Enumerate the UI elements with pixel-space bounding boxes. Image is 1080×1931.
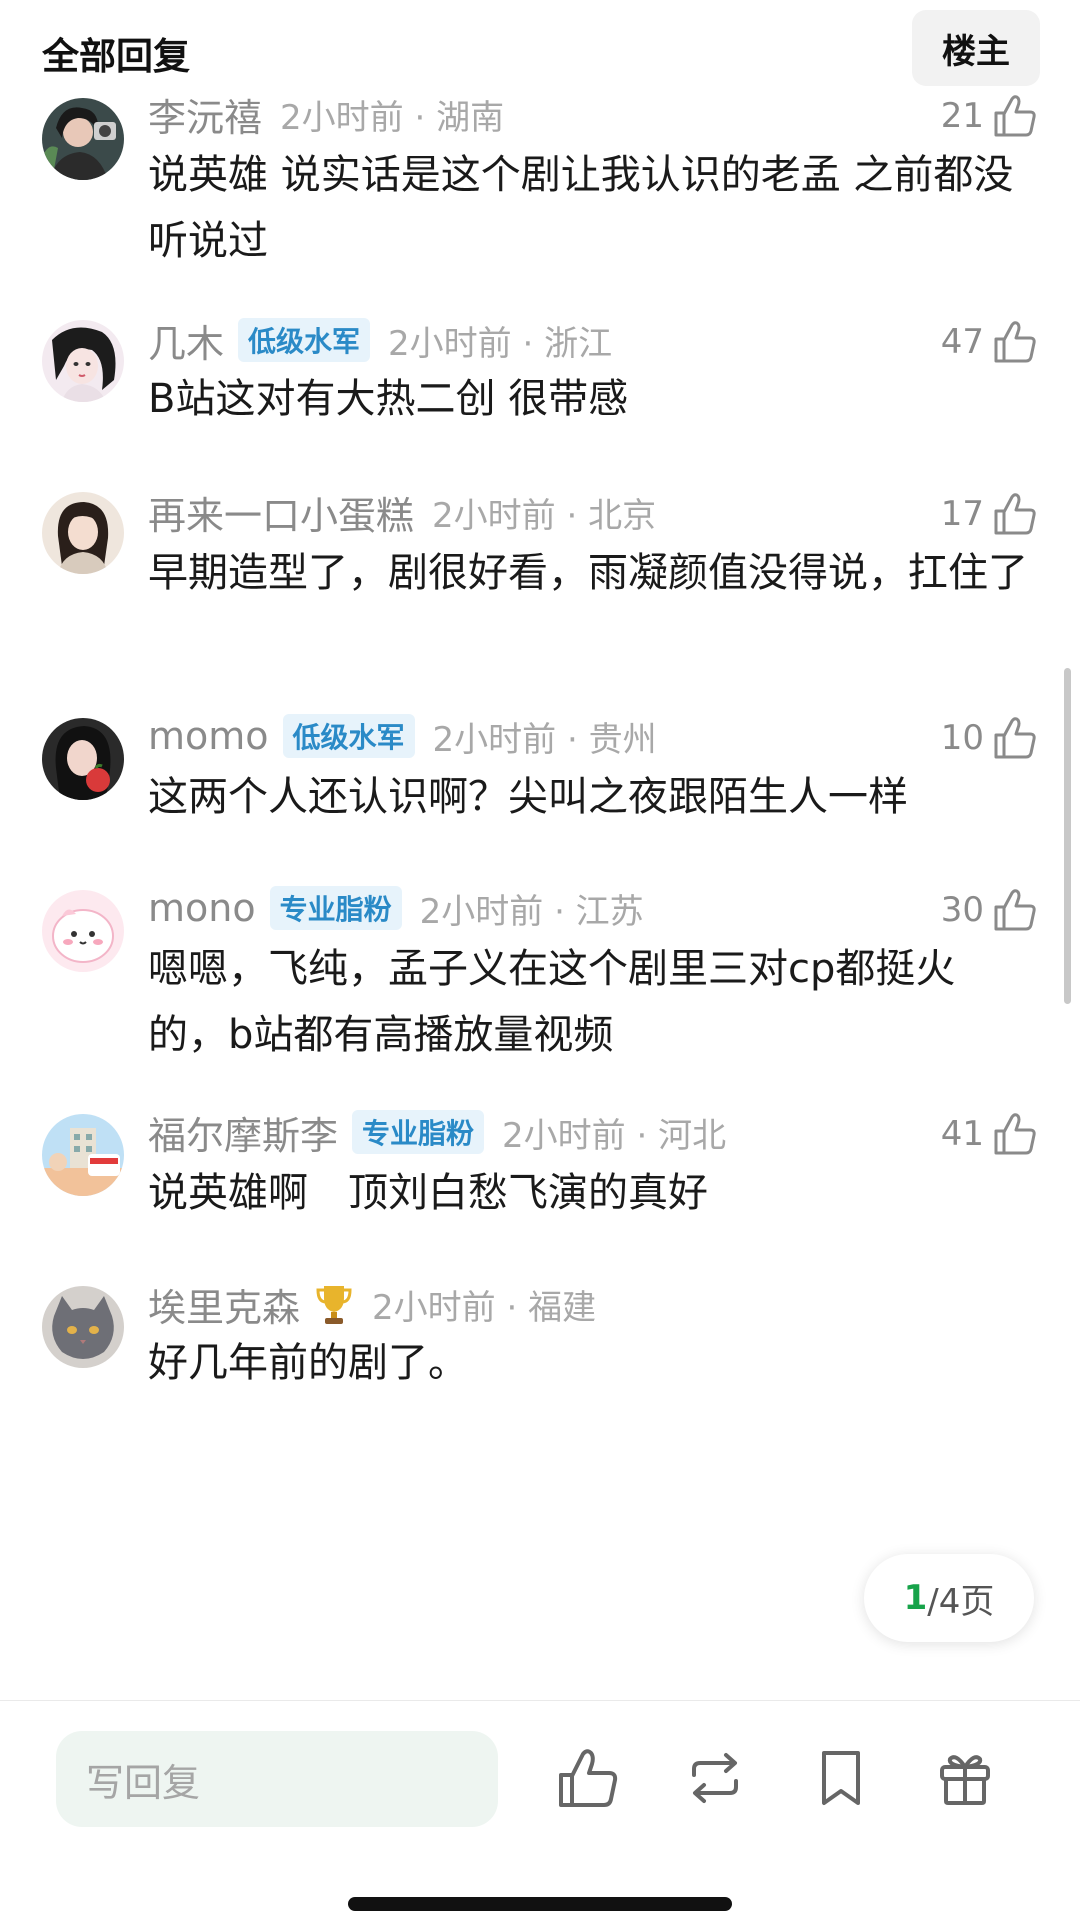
comment-text: 这两个人还认识啊？尖叫之夜跟陌生人一样 bbox=[148, 774, 908, 820]
comment-time-location: 2小时前 · 北京 bbox=[432, 495, 657, 536]
comment-text: B站这对有大热二创 很带感 bbox=[148, 376, 629, 422]
bottom-action-bar: 写回复 bbox=[0, 1700, 1080, 1931]
comment-text: 嗯嗯，飞纯，孟子义在这个剧里三对cp都挺火的，b站都有高播放量视频 bbox=[148, 946, 956, 1058]
repost-icon[interactable] bbox=[682, 1745, 748, 1811]
thumbs-up-icon[interactable] bbox=[992, 93, 1038, 139]
username[interactable]: 李沅禧 bbox=[148, 87, 262, 142]
comment-replies-page: 全部回复 楼主 李沅禧 2小时前 · 湖南 21 说英雄 说实话是这个剧让我认识… bbox=[0, 0, 1080, 1931]
like-control[interactable]: 17 bbox=[941, 490, 1038, 538]
username[interactable]: mono bbox=[148, 886, 256, 930]
trophy-icon bbox=[316, 1286, 352, 1324]
comment-meta: 埃里克森 2小时前 · 福建 bbox=[148, 1280, 597, 1330]
like-count: 41 bbox=[940, 1114, 984, 1154]
like-icon[interactable] bbox=[555, 1745, 621, 1811]
gift-icon[interactable] bbox=[932, 1745, 998, 1811]
user-level-badge: 低级水军 bbox=[238, 318, 371, 362]
comment-meta: 福尔摩斯李 专业脂粉 2小时前 · 河北 bbox=[148, 1108, 727, 1158]
comment-time-location: 2小时前 · 浙江 bbox=[388, 323, 613, 364]
current-page-number: 1 bbox=[903, 1578, 928, 1618]
comment-time-location: 2小时前 · 贵州 bbox=[432, 719, 657, 760]
comment-meta: 几木 低级水军 2小时前 · 浙江 bbox=[148, 316, 613, 366]
thumbs-up-icon[interactable] bbox=[992, 1111, 1038, 1157]
bookmark-icon[interactable] bbox=[808, 1745, 874, 1811]
username[interactable]: 埃里克森 bbox=[148, 1277, 300, 1332]
like-count: 17 bbox=[940, 494, 984, 534]
username[interactable]: momo bbox=[148, 714, 269, 758]
thumbs-up-icon[interactable] bbox=[992, 319, 1038, 365]
user-avatar[interactable] bbox=[42, 1286, 124, 1368]
comment-text: 说英雄啊 顶刘白愁飞演的真好 bbox=[148, 1170, 708, 1216]
thumbs-up-icon[interactable] bbox=[992, 887, 1038, 933]
comment-meta: 李沅禧 2小时前 · 湖南 bbox=[148, 90, 505, 140]
comment-text: 说英雄 说实话是这个剧让我认识的老孟 之前都没听说过 bbox=[148, 152, 1014, 264]
comment-meta: mono 专业脂粉 2小时前 · 江苏 bbox=[148, 884, 644, 932]
comment-meta: 再来一口小蛋糕 2小时前 · 北京 bbox=[148, 488, 657, 538]
comment-text: 好几年前的剧了。 bbox=[148, 1340, 468, 1386]
comment-time-location: 2小时前 · 福建 bbox=[372, 1287, 597, 1328]
like-control[interactable]: 47 bbox=[941, 318, 1038, 366]
comment-time-location: 2小时前 · 江苏 bbox=[419, 891, 644, 932]
user-level-badge: 专业脂粉 bbox=[352, 1110, 485, 1154]
like-count: 30 bbox=[940, 890, 984, 930]
comment-time-location: 2小时前 · 湖南 bbox=[280, 97, 505, 138]
comment-text: 早期造型了，剧很好看，雨凝颜值没得说，扛住了 bbox=[148, 550, 1028, 596]
page-indicator[interactable]: 1 /4页 bbox=[864, 1554, 1034, 1642]
total-pages-label: /4页 bbox=[927, 1581, 995, 1622]
user-avatar[interactable] bbox=[42, 718, 124, 800]
comment-time-location: 2小时前 · 河北 bbox=[502, 1115, 727, 1156]
comment-meta: momo 低级水军 2小时前 · 贵州 bbox=[148, 712, 657, 760]
user-avatar[interactable] bbox=[42, 98, 124, 180]
user-level-badge: 低级水军 bbox=[282, 714, 415, 758]
reply-input[interactable]: 写回复 bbox=[56, 1731, 498, 1827]
scrollbar[interactable] bbox=[1064, 668, 1071, 1004]
user-avatar[interactable] bbox=[42, 320, 124, 402]
like-control[interactable]: 41 bbox=[941, 1110, 1038, 1158]
user-avatar[interactable] bbox=[42, 890, 124, 972]
user-avatar[interactable] bbox=[42, 1114, 124, 1196]
like-count: 47 bbox=[940, 322, 984, 362]
username[interactable]: 再来一口小蛋糕 bbox=[148, 485, 414, 540]
like-count: 21 bbox=[940, 96, 984, 136]
like-control[interactable]: 30 bbox=[941, 886, 1038, 934]
like-control[interactable]: 21 bbox=[941, 92, 1038, 140]
comment-list: 李沅禧 2小时前 · 湖南 21 说英雄 说实话是这个剧让我认识的老孟 之前都没… bbox=[0, 0, 1080, 1700]
user-avatar[interactable] bbox=[42, 492, 124, 574]
like-control[interactable]: 10 bbox=[941, 714, 1038, 762]
user-level-badge: 专业脂粉 bbox=[269, 886, 402, 930]
thumbs-up-icon[interactable] bbox=[992, 491, 1038, 537]
thumbs-up-icon[interactable] bbox=[992, 715, 1038, 761]
home-indicator[interactable] bbox=[348, 1897, 732, 1911]
username[interactable]: 几木 bbox=[148, 313, 224, 368]
username[interactable]: 福尔摩斯李 bbox=[148, 1105, 338, 1160]
like-count: 10 bbox=[940, 718, 984, 758]
